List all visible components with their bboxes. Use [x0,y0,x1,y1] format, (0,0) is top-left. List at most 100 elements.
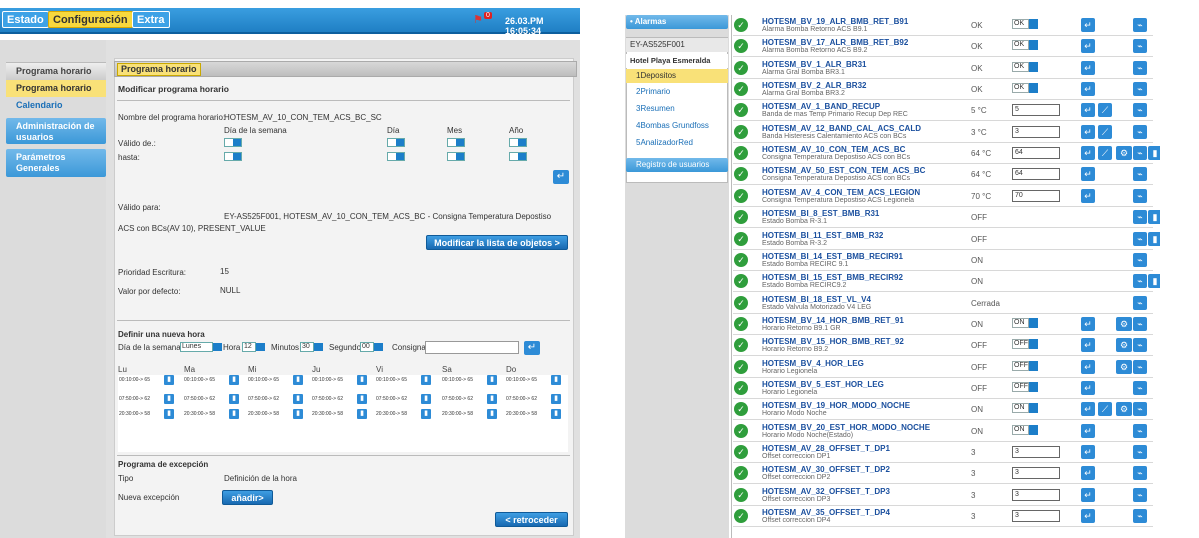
enter-icon[interactable]: ↵ [1081,402,1095,416]
link-icon[interactable]: ⌁ [1133,402,1147,416]
user-register-button[interactable]: Registro de usuarios [626,158,728,172]
trash-icon[interactable]: ▮ [229,394,239,404]
schedule-slot[interactable]: 20:30:00-> 58 [119,411,150,417]
trash-icon[interactable]: ▮ [421,409,431,419]
schedule-icon[interactable]: ⚙ [1116,360,1132,374]
trash-icon[interactable]: ▮ [293,375,303,385]
schedule-slot[interactable]: 20:30:00-> 58 [312,411,343,417]
datapoint-name[interactable]: HOTESM_BV_1_ALR_BR31 [762,60,866,69]
datapoint-name[interactable]: HOTESM_BI_14_EST_BMB_RECIR91 [762,252,903,261]
link-icon[interactable]: ⌁ [1133,317,1147,331]
schedule-slot[interactable]: 00:10:00-> 65 [442,377,473,383]
tab-configuracion[interactable]: Configuración [48,11,133,28]
enter-icon[interactable]: ↵ [1081,338,1095,352]
enter-icon[interactable]: ↵ [1081,125,1095,139]
datapoint-input[interactable]: 64 [1012,168,1060,180]
datapoint-select[interactable]: ON [1012,403,1038,413]
schedule-slot[interactable]: 20:30:00-> 58 [506,411,537,417]
datapoint-select[interactable]: OFF [1012,382,1038,392]
schedule-slot[interactable]: 00:10:00-> 65 [184,377,215,383]
trend-icon[interactable]: ⟋ [1098,146,1112,160]
trash-icon[interactable]: ▮ [421,375,431,385]
trash-icon[interactable]: ▮ [551,375,561,385]
link-icon[interactable]: ⌁ [1133,381,1147,395]
alarms-button[interactable]: • Alarmas [626,15,728,29]
sidebar-item-parametros[interactable]: Parámetros Generales [6,149,106,177]
schedule-slot[interactable]: 00:10:00-> 65 [312,377,343,383]
enter-icon[interactable]: ↵ [1081,445,1095,459]
schedule-icon[interactable]: ⚙ [1116,317,1132,331]
datapoint-select[interactable]: OFF [1012,361,1038,371]
trend-icon[interactable]: ⟋ [1098,125,1112,139]
trash-icon[interactable]: ▮ [357,375,367,385]
datapoint-select[interactable]: OK [1012,19,1038,29]
datapoint-name[interactable]: HOTESM_AV_12_BAND_CAL_ACS_CALD [762,124,921,133]
datapoint-name[interactable]: HOTESM_BI_8_EST_BMB_R31 [762,209,879,218]
enter-icon[interactable]: ↵ [1081,146,1095,160]
until-year-select[interactable] [509,152,527,161]
valid-from-year-select[interactable] [509,138,527,147]
enter-icon[interactable]: ↵ [1081,189,1095,203]
tab-estado[interactable]: Estado [2,11,49,28]
datapoint-input[interactable]: 3 [1012,126,1060,138]
datapoint-name[interactable]: HOTESM_BV_20_EST_HOR_MODO_NOCHE [762,423,930,432]
datapoint-input[interactable]: 3 [1012,446,1060,458]
consigna-input[interactable] [425,341,519,354]
datapoint-name[interactable]: HOTESM_AV_30_OFFSET_T_DP2 [762,465,890,474]
datapoint-select[interactable]: OFF [1012,339,1038,349]
enter-icon[interactable]: ↵ [1081,61,1095,75]
datapoint-name[interactable]: HOTESM_AV_28_OFFSET_T_DP1 [762,444,890,453]
enter-icon[interactable]: ↵ [1081,82,1095,96]
link-icon[interactable]: ⌁ [1133,210,1147,224]
schedule-icon[interactable]: ⚙ [1116,146,1132,160]
add-exception-button[interactable]: añadir> [222,490,273,505]
trend-icon[interactable]: ⟋ [1098,103,1112,117]
link-icon[interactable]: ⌁ [1133,466,1147,480]
add-hour-enter-icon[interactable]: ↵ [524,341,540,355]
link-icon[interactable]: ⌁ [1133,39,1147,53]
enter-icon[interactable]: ↵ [1081,167,1095,181]
datapoint-name[interactable]: HOTESM_BV_5_EST_HOR_LEG [762,380,884,389]
trash-icon[interactable]: ▮ [357,409,367,419]
datapoint-input[interactable]: 3 [1012,489,1060,501]
sidebar-item-administracion[interactable]: Administración de usuarios [6,118,106,144]
enter-icon[interactable]: ↵ [1081,360,1095,374]
trash-icon[interactable]: ▮ [487,409,497,419]
datapoint-name[interactable]: HOTESM_BI_18_EST_VL_V4 [762,295,871,304]
link-icon[interactable]: ⌁ [1133,82,1147,96]
datapoint-select[interactable]: OK [1012,62,1038,72]
until-day-select[interactable] [387,152,405,161]
link-icon[interactable]: ⌁ [1133,296,1147,310]
trash-icon[interactable]: ▮ [164,409,174,419]
link-icon[interactable]: ⌁ [1133,167,1147,181]
sidebar-item-programa-horario[interactable]: Programa horario [6,80,106,97]
sidebar-item-calendario[interactable]: Calendario [6,97,106,114]
schedule-slot[interactable]: 07:50:00-> 62 [442,396,473,402]
schedule-slot[interactable]: 07:50:00-> 62 [248,396,279,402]
schedule-slot[interactable]: 00:10:00-> 65 [248,377,279,383]
enter-icon[interactable]: ↵ [1081,317,1095,331]
back-button[interactable]: < retroceder [495,512,568,527]
trend-icon[interactable]: ⟋ [1098,402,1112,416]
datapoint-name[interactable]: HOTESM_BV_15_HOR_BMB_RET_92 [762,337,904,346]
datapoint-name[interactable]: HOTESM_AV_35_OFFSET_T_DP4 [762,508,890,517]
link-icon[interactable]: ⌁ [1133,232,1147,246]
hour-select[interactable]: 12 [242,342,265,352]
datapoint-input[interactable]: 3 [1012,510,1060,522]
schedule-slot[interactable]: 20:30:00-> 58 [442,411,473,417]
link-icon[interactable]: ⌁ [1133,509,1147,523]
trash-icon[interactable]: ▮ [357,394,367,404]
dow-select[interactable]: Lunes [180,342,222,352]
datapoint-name[interactable]: HOTESM_AV_4_CON_TEM_ACS_LEGION [762,188,920,197]
enter-icon[interactable]: ↵ [1081,488,1095,502]
datapoint-input[interactable]: 5 [1012,104,1060,116]
datapoint-name[interactable]: HOTESM_BV_19_ALR_BMB_RET_B91 [762,17,908,26]
link-icon[interactable]: ⌁ [1133,445,1147,459]
nav-item-primario[interactable]: 2Primario [626,85,728,99]
link-icon[interactable]: ⌁ [1133,18,1147,32]
schedule-slot[interactable]: 20:30:00-> 58 [184,411,215,417]
enter-icon[interactable]: ↵ [1081,103,1095,117]
datapoint-name[interactable]: HOTESM_BI_15_EST_BMB_RECIR92 [762,273,903,282]
trash-icon[interactable]: ▮ [551,409,561,419]
datapoint-name[interactable]: HOTESM_BV_2_ALR_BR32 [762,81,866,90]
